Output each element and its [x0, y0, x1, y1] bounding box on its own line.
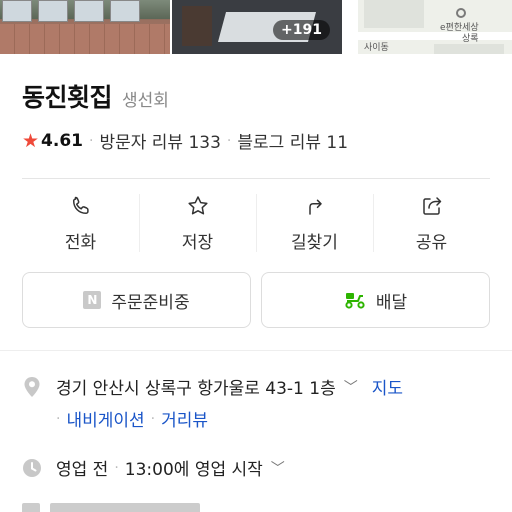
- action-bar: 전화 저장 길찾기 공유: [22, 190, 490, 260]
- delivery-bike-icon: [345, 293, 365, 309]
- hours-status: 영업 전: [56, 460, 109, 480]
- map-block: [434, 44, 504, 54]
- chevron-down-icon[interactable]: ﹀: [344, 377, 358, 397]
- directions-button[interactable]: 길찾기: [256, 190, 373, 260]
- separator-dot: ·: [56, 410, 61, 427]
- fish-tank: [38, 0, 68, 22]
- star-filled-icon: ★: [22, 129, 40, 152]
- map-marker-icon: [456, 8, 466, 18]
- save-label: 저장: [181, 233, 214, 253]
- rating-row: ★ 4.61 · 방문자 리뷰 133 · 블로그 리뷰 11: [22, 128, 348, 154]
- map-link[interactable]: 지도: [372, 374, 403, 399]
- next-row-partial: [22, 503, 200, 512]
- rating-score: 4.61: [41, 130, 83, 151]
- save-button[interactable]: 저장: [139, 190, 256, 260]
- map-thumbnail[interactable]: e편한세상 상록 사이동: [344, 0, 512, 54]
- place-name: 동진횟집: [22, 83, 113, 112]
- street-view-link[interactable]: 거리뷰: [161, 406, 208, 431]
- photo-interior[interactable]: +191: [172, 0, 342, 54]
- share-icon: [422, 197, 441, 215]
- call-button[interactable]: 전화: [22, 190, 139, 260]
- delivery-button[interactable]: 배달: [261, 272, 490, 328]
- address-text: 경기 안산시 상록구 항가울로 43-1 1층: [56, 379, 336, 399]
- order-label: 주문준비중: [111, 292, 190, 313]
- clock-icon: [23, 458, 41, 477]
- star-outline-icon: [187, 196, 208, 215]
- map-road: [344, 0, 358, 54]
- divider: [22, 178, 490, 179]
- phone-row-icon: [22, 503, 40, 512]
- map-road: [344, 32, 512, 40]
- blog-reviews-link[interactable]: 블로그 리뷰 11: [237, 128, 348, 153]
- visitor-reviews-link[interactable]: 방문자 리뷰 133: [99, 128, 220, 153]
- directions-label: 길찾기: [291, 233, 338, 253]
- address-links: · 내비게이션 · 거리뷰: [56, 406, 208, 432]
- phone-row-text: [50, 503, 200, 512]
- share-label: 공유: [415, 233, 448, 253]
- photo-storefront[interactable]: [0, 0, 170, 54]
- section-divider: [0, 350, 512, 351]
- fish-tank: [110, 0, 140, 22]
- map-label: 사이동: [364, 43, 389, 53]
- map-label: 상록: [462, 34, 479, 44]
- naver-order-icon: N: [83, 291, 102, 309]
- location-pin-icon: [24, 376, 40, 397]
- fish-tank: [2, 0, 32, 22]
- separator-dot: ·: [150, 410, 156, 427]
- place-header: 동진횟집 생선회: [22, 78, 169, 114]
- hours-row[interactable]: 영업 전 · 13:00에 영업 시작 ﹀: [22, 455, 285, 480]
- tiled-floor: [0, 24, 170, 54]
- separator-dot: ·: [114, 459, 119, 476]
- more-photos-count[interactable]: +191: [273, 20, 330, 40]
- place-category: 생선회: [122, 91, 169, 111]
- map-block: [364, 0, 424, 28]
- hours-detail: 13:00에 영업 시작: [124, 460, 263, 480]
- fish-tank: [74, 0, 104, 22]
- order-button[interactable]: N 주문준비중: [22, 272, 251, 328]
- delivery-label: 배달: [375, 292, 408, 313]
- phone-icon: [72, 196, 89, 215]
- address-row: 경기 안산시 상록구 항가울로 43-1 1층 ﹀ 지도: [22, 374, 502, 399]
- call-label: 전화: [64, 233, 97, 253]
- navigation-link[interactable]: 내비게이션: [66, 406, 144, 431]
- directions-icon: [308, 199, 322, 215]
- chair: [182, 6, 212, 46]
- share-button[interactable]: 공유: [373, 190, 490, 260]
- separator-dot: ·: [226, 132, 232, 149]
- chevron-down-icon[interactable]: ﹀: [271, 458, 285, 478]
- photo-strip[interactable]: +191 e편한세상 상록 사이동: [0, 0, 512, 54]
- order-buttons: N 주문준비중 배달: [22, 272, 490, 328]
- separator-dot: ·: [89, 132, 94, 149]
